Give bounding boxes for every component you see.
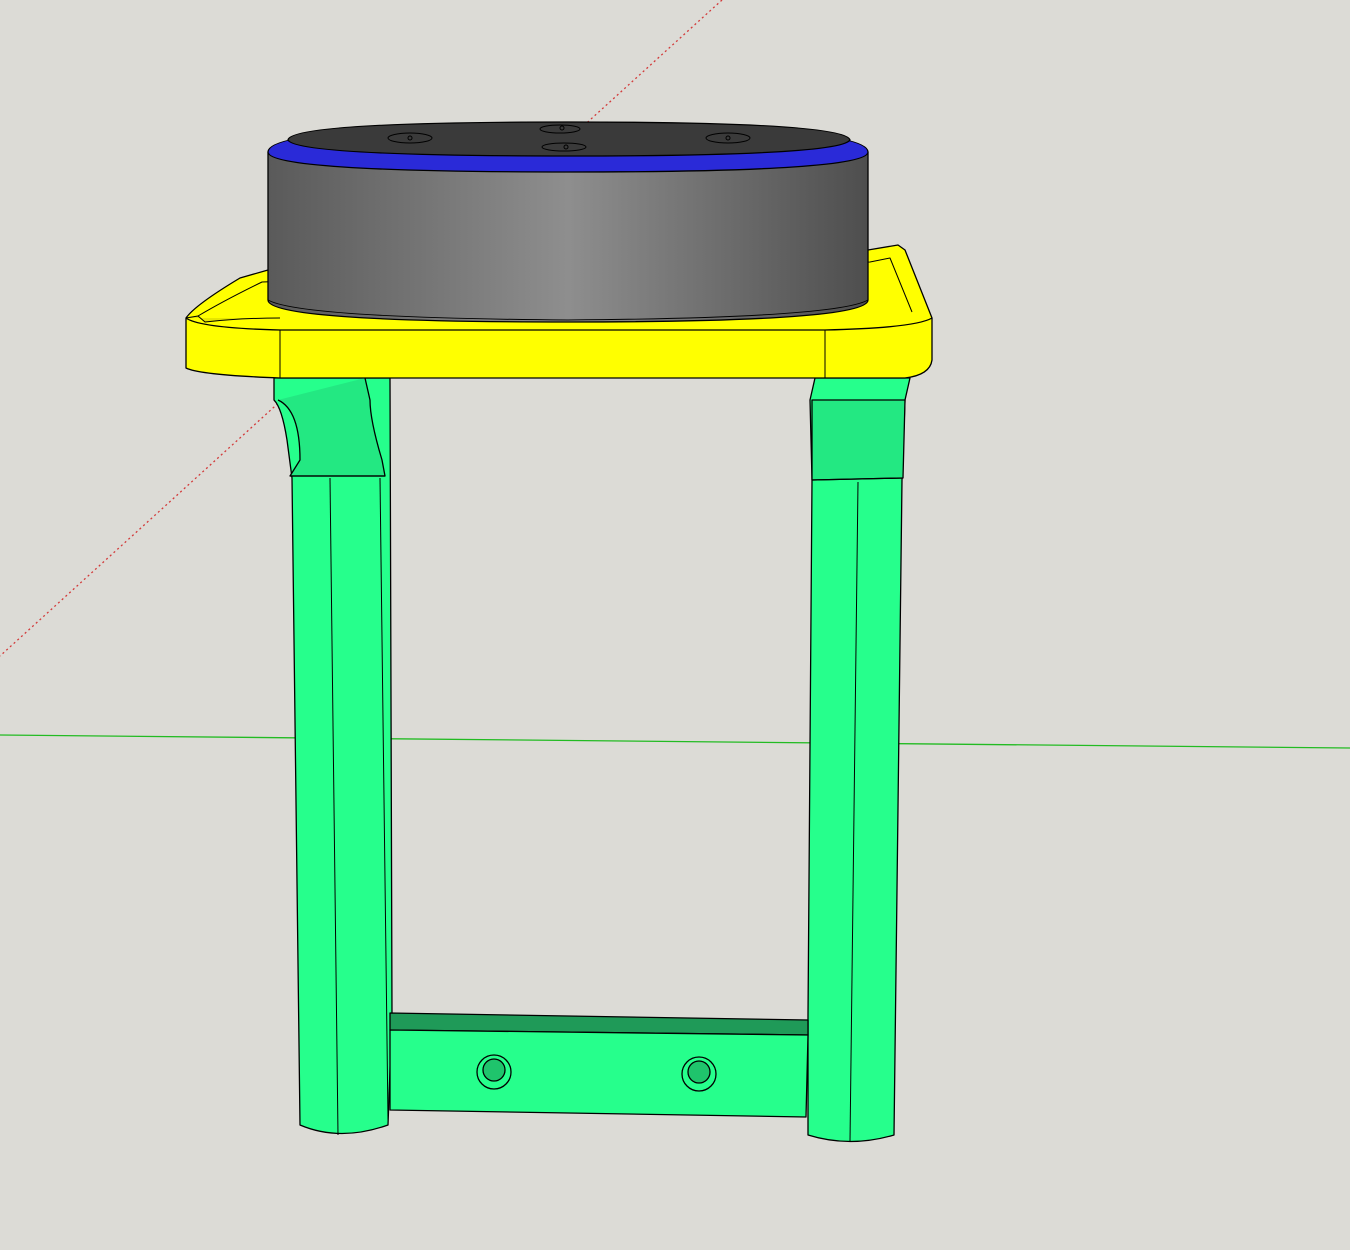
- model-viewport[interactable]: [0, 0, 1350, 1250]
- crossbar-hole-right: [681, 1056, 717, 1092]
- cylinder-puck[interactable]: [267, 121, 869, 323]
- right-leg[interactable]: [807, 377, 911, 1143]
- crossbar-hole-left: [476, 1054, 512, 1090]
- crossbar[interactable]: [389, 1012, 809, 1118]
